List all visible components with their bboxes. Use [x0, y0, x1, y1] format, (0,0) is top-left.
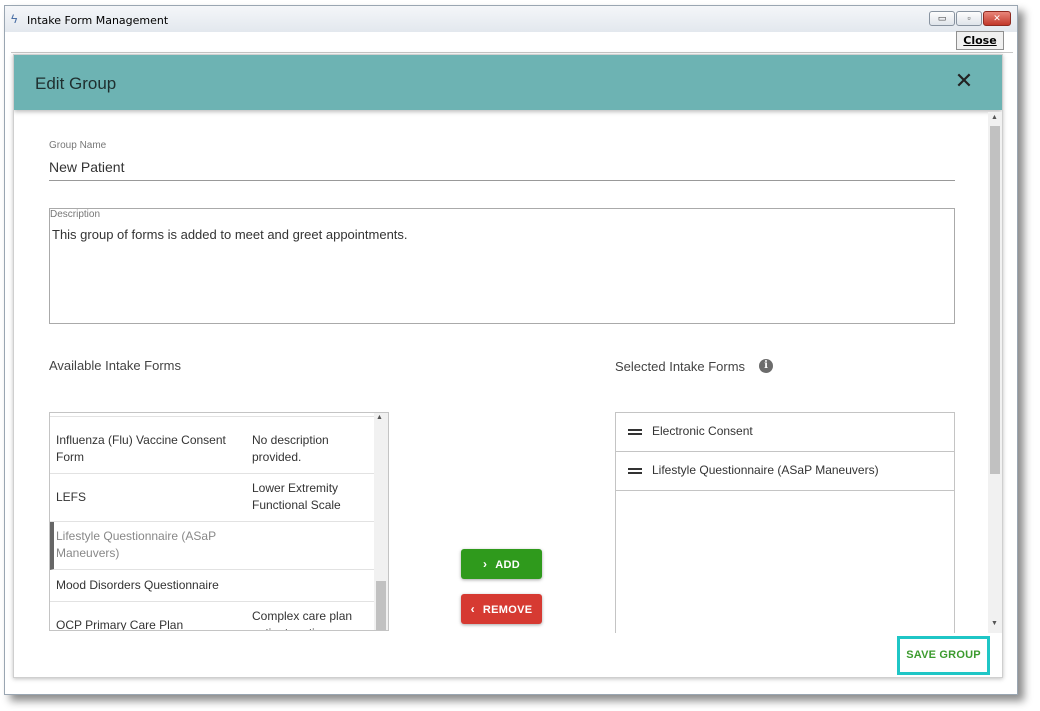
chevron-left-icon: ‹ [470, 602, 475, 616]
selected-forms-label: Selected Intake Forms [615, 359, 746, 374]
form-name: Influenza (Flu) Vaccine Consent Form [56, 433, 226, 464]
scroll-up-arrow-icon[interactable]: ▲ [376, 414, 383, 421]
app-logo-icon: ϟ [11, 12, 18, 26]
drag-handle-icon[interactable] [628, 429, 642, 435]
form-name: LEFS [56, 490, 87, 504]
available-forms-list: Influenza (Flu) Vaccine Consent Form No … [49, 412, 389, 631]
app-window: ϟ Intake Form Management ▭ ▫ ✕ Close Edi… [4, 5, 1018, 695]
add-button[interactable]: › ADD [461, 549, 542, 579]
window-close-button[interactable]: ✕ [983, 11, 1011, 26]
description-label: Description [50, 209, 101, 220]
form-description: No description provided. [252, 433, 329, 464]
dialog-footer [14, 633, 1002, 677]
form-description: Lower Extremity Functional Scale [252, 481, 341, 512]
list-item[interactable]: Mood Disorders Questionnaire [50, 570, 374, 602]
scroll-down-arrow-icon[interactable]: ▼ [991, 620, 998, 627]
save-group-button[interactable]: SAVE GROUP [897, 636, 990, 675]
dialog-close-icon[interactable]: ✕ [952, 69, 976, 93]
dialog-title: Edit Group [35, 74, 117, 93]
remove-button[interactable]: ‹ REMOVE [461, 594, 542, 624]
list-item-clipped [50, 413, 374, 417]
form-name: Mood Disorders Questionnaire [56, 578, 219, 592]
remove-label: REMOVE [482, 604, 533, 616]
dialog-header: Edit Group ✕ [14, 55, 1002, 110]
form-name: OCP Primary Care Plan [56, 618, 184, 631]
group-name-input[interactable]: New Patient [49, 159, 124, 175]
group-name-underline [49, 180, 955, 181]
list-item[interactable]: Lifestyle Questionnaire (ASaP Maneuvers) [616, 452, 954, 491]
list-item[interactable]: OCP Primary Care Plan Complex care plan … [50, 602, 374, 631]
group-name-label: Group Name [49, 140, 107, 151]
scroll-up-arrow-icon[interactable]: ▲ [991, 114, 998, 121]
list-item[interactable]: Electronic Consent [616, 413, 954, 452]
scroll-thumb[interactable] [990, 126, 1000, 474]
form-description: Complex care plan patient portion [252, 609, 353, 630]
close-button[interactable]: Close [956, 31, 1004, 50]
info-icon[interactable]: i [759, 359, 773, 373]
drag-handle-icon[interactable] [628, 468, 642, 474]
window-title: Intake Form Management [27, 14, 169, 27]
form-name: Lifestyle Questionnaire (ASaP Maneuvers) [56, 529, 216, 560]
description-textarea[interactable]: Description This group of forms is added… [49, 208, 955, 324]
minimize-button[interactable]: ▭ [929, 11, 955, 26]
edit-group-dialog: Edit Group ✕ Group Name New Patient Desc… [13, 54, 1003, 678]
description-value: This group of forms is added to meet and… [52, 227, 408, 242]
maximize-button[interactable]: ▫ [956, 11, 982, 26]
list-scrollbar[interactable]: ▲ [374, 413, 388, 630]
chevron-right-icon: › [482, 557, 488, 571]
add-label: ADD [495, 559, 521, 571]
selected-forms-list: Electronic Consent Lifestyle Questionnai… [615, 412, 955, 652]
scroll-thumb[interactable] [376, 581, 386, 630]
list-item-selected[interactable]: Lifestyle Questionnaire (ASaP Maneuvers) [50, 522, 374, 570]
selected-form-name: Electronic Consent [652, 424, 753, 438]
selected-form-name: Lifestyle Questionnaire (ASaP Maneuvers) [652, 463, 879, 477]
dialog-scrollbar[interactable]: ▲ ▼ [988, 112, 1002, 633]
list-item[interactable]: LEFS Lower Extremity Functional Scale [50, 474, 374, 522]
title-bar: ϟ Intake Form Management ▭ ▫ ✕ [5, 6, 1017, 32]
divider [11, 52, 1013, 53]
available-forms-label: Available Intake Forms [49, 358, 181, 373]
list-item[interactable]: Influenza (Flu) Vaccine Consent Form No … [50, 422, 374, 474]
